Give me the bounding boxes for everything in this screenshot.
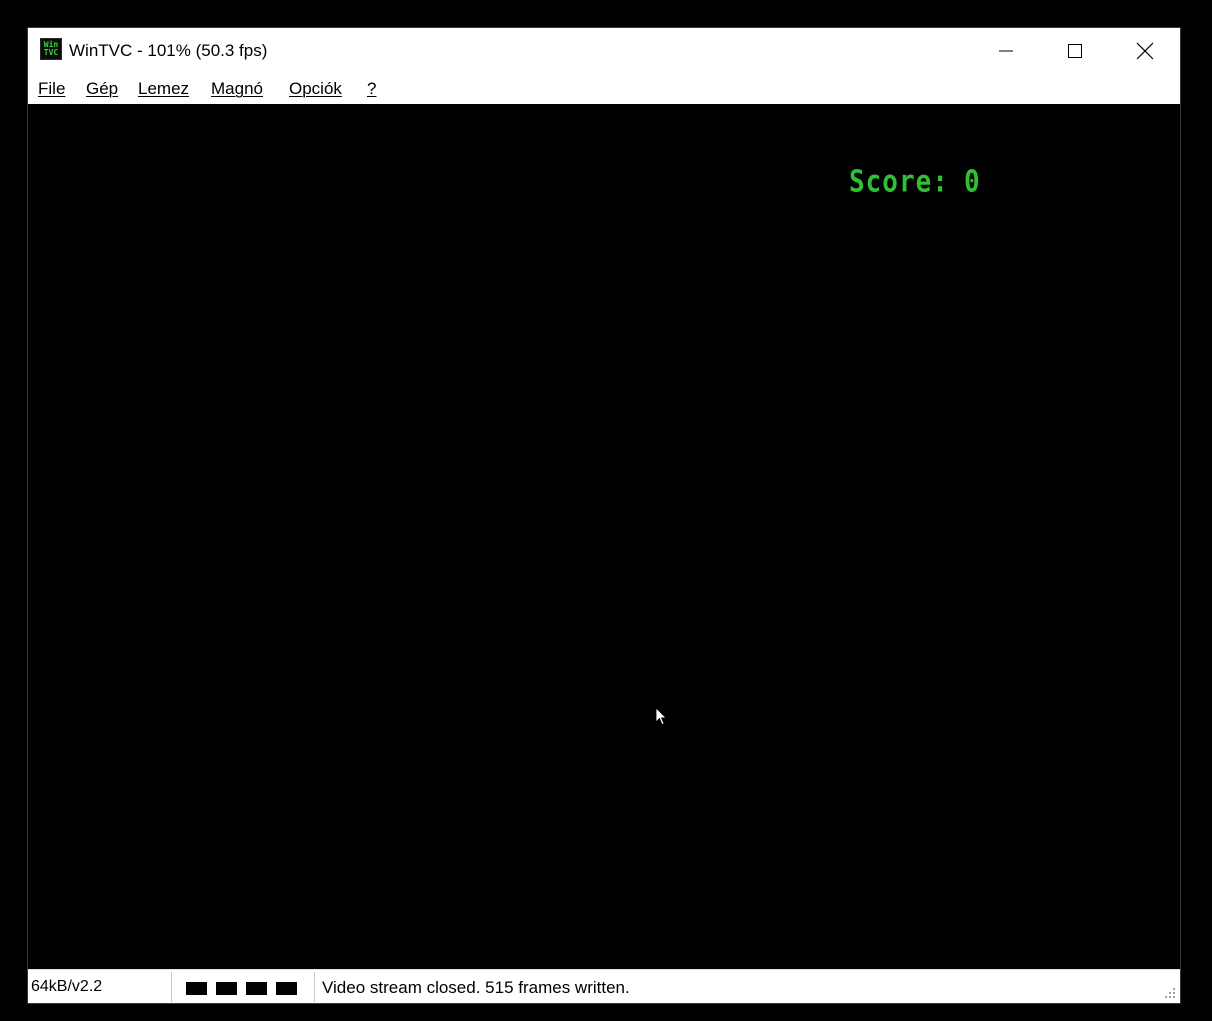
status-led-2 xyxy=(216,982,237,995)
menu-lemez[interactable]: Lemez xyxy=(138,79,189,99)
menu-opciok[interactable]: Opciók xyxy=(289,79,342,99)
window-title: WinTVC - 101% (50.3 fps) xyxy=(69,41,268,60)
menu-help[interactable]: ? xyxy=(367,79,376,99)
close-icon xyxy=(1136,42,1154,60)
status-led-1 xyxy=(186,982,207,995)
status-led-4 xyxy=(276,982,297,995)
title-bar[interactable]: Win TVC WinTVC - 101% (50.3 fps) xyxy=(28,28,1180,74)
status-message: Video stream closed. 515 frames written. xyxy=(322,978,630,997)
wintvc-app-icon[interactable]: Win TVC xyxy=(40,38,62,60)
close-button[interactable] xyxy=(1110,28,1180,74)
status-bar: 64kB/v2.2 Video stream closed. 515 frame… xyxy=(28,969,1180,1003)
resize-grip-icon[interactable] xyxy=(1164,987,1176,999)
menu-bar: File Gép Lemez Magnó Opciók ? xyxy=(28,74,1180,104)
app-icon-text-line2: TVC xyxy=(43,48,59,57)
menu-file[interactable]: File xyxy=(38,79,65,99)
emulator-screen[interactable]: Score: 0 xyxy=(28,104,1180,969)
minimize-icon xyxy=(999,50,1013,52)
mouse-pointer-icon xyxy=(655,707,667,726)
status-led-3 xyxy=(246,982,267,995)
app-window: Win TVC WinTVC - 101% (50.3 fps) File Gé… xyxy=(28,28,1180,1003)
status-divider xyxy=(314,972,315,1002)
minimize-button[interactable] xyxy=(971,28,1041,74)
menu-magno[interactable]: Magnó xyxy=(211,79,263,99)
score-value: 0 xyxy=(964,165,981,200)
score-label: Score: xyxy=(849,165,949,200)
memory-version-status: 64kB/v2.2 xyxy=(31,978,103,995)
maximize-icon xyxy=(1068,44,1082,58)
menu-gep[interactable]: Gép xyxy=(86,79,118,99)
status-divider xyxy=(171,972,172,1002)
maximize-button[interactable] xyxy=(1040,28,1110,74)
